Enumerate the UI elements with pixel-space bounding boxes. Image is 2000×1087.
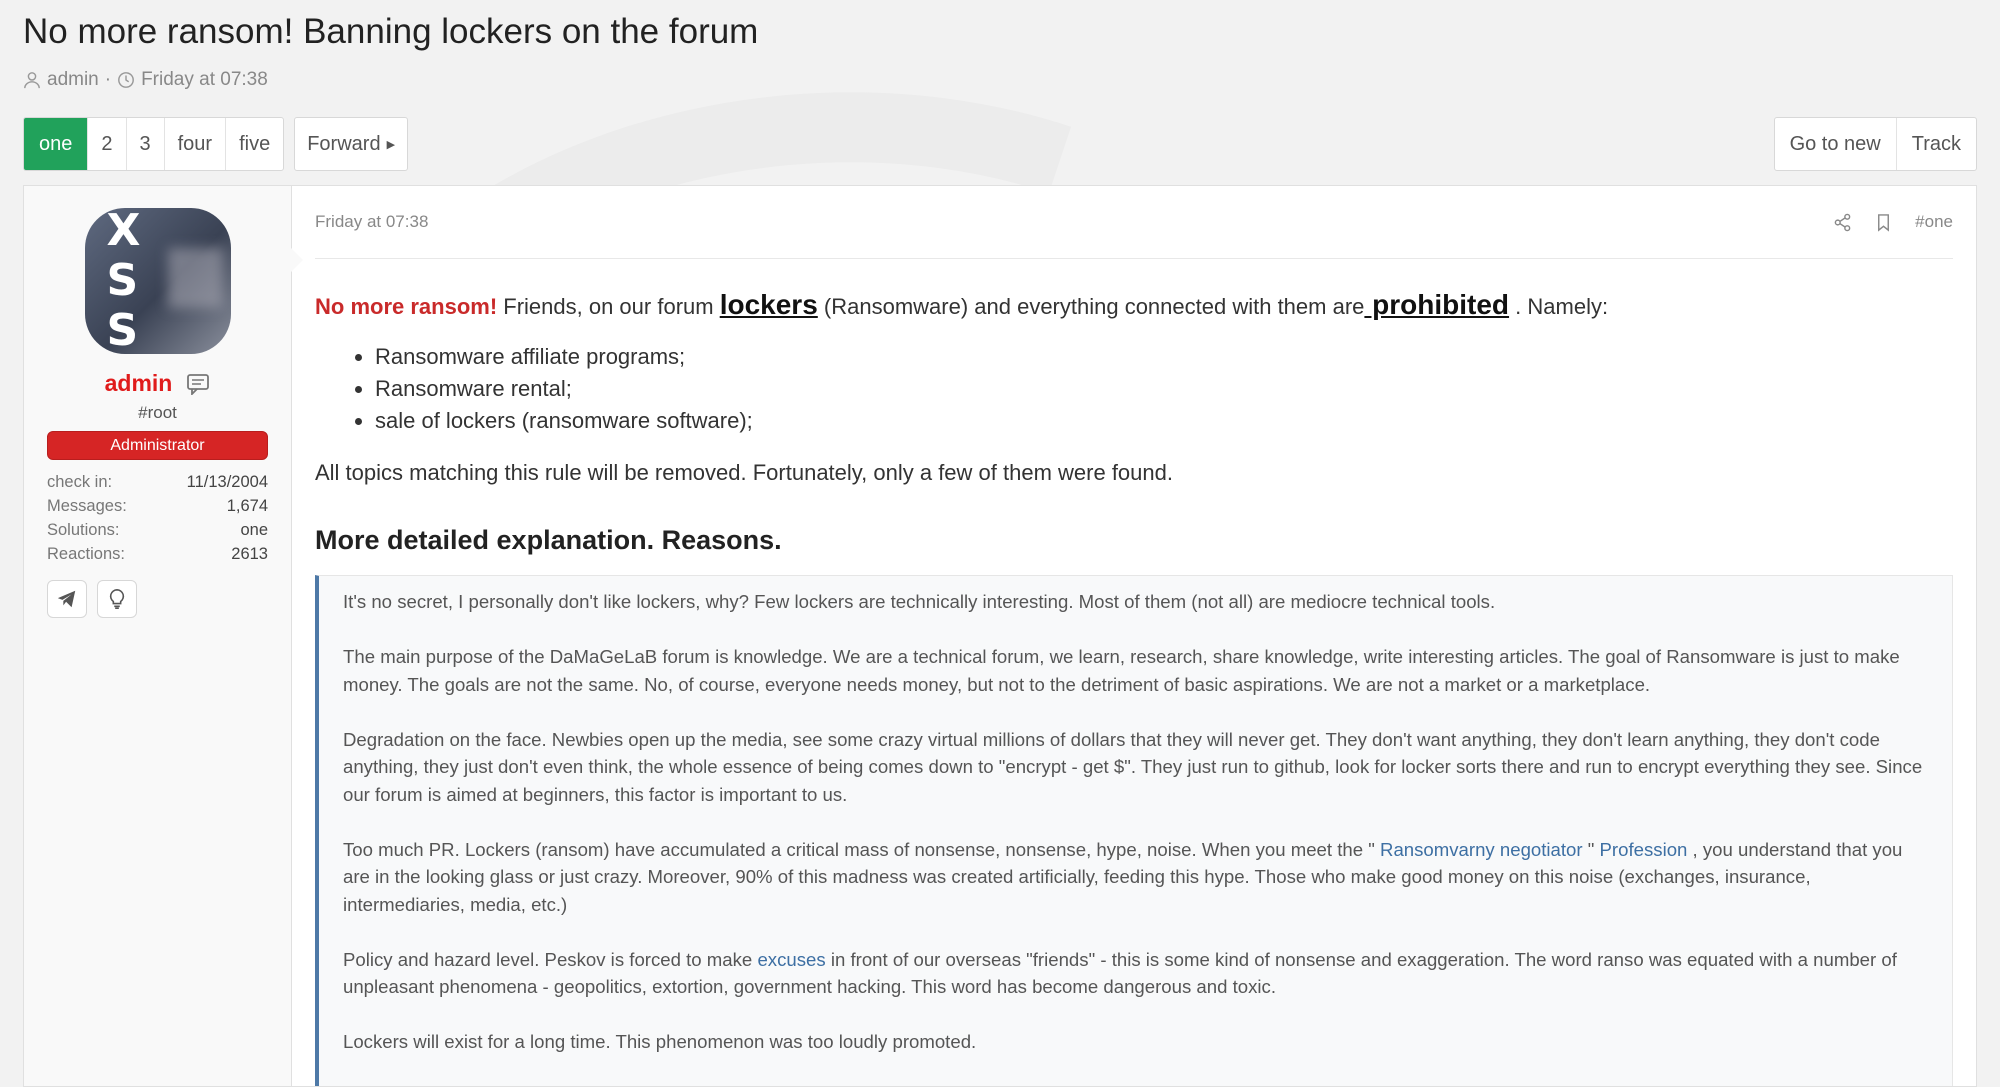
meta-separator: · [104, 69, 112, 90]
stat-solutions: Solutions: one [47, 518, 268, 542]
post-body: No more ransom! Friends, on our forum lo… [315, 289, 1953, 1086]
page-button-1[interactable]: one [24, 118, 89, 170]
telegram-icon [57, 590, 76, 608]
username-row: admin [24, 370, 291, 397]
thread-date[interactable]: Friday at 07:38 [141, 69, 268, 91]
forward-label: Forward [307, 133, 381, 155]
excuses-link[interactable]: excuses [757, 949, 825, 970]
quote-paragraph: Lockers will exist for a long time. This… [343, 1031, 977, 1052]
lead-text-1: Friends, on our forum [497, 294, 720, 319]
caret-right-icon: ▶ [386, 139, 396, 151]
stat-value: 11/13/2004 [186, 473, 268, 491]
tips-button[interactable] [97, 580, 137, 618]
list-item: sale of lockers (ransomware software); [375, 405, 1953, 437]
post: XSS admin #root Administrator check in: 1… [23, 185, 1977, 1087]
post-date[interactable]: Friday at 07:38 [315, 212, 428, 232]
quote-paragraph: The main purpose of the DaMaGeLaB forum … [343, 646, 1900, 695]
clock-icon [118, 72, 134, 88]
user-role-banner: Administrator [47, 431, 268, 460]
stat-reactions: Reactions: 2613 [47, 542, 268, 566]
after-list-text: All topics matching this rule will be re… [315, 460, 1173, 485]
list-item: Ransomware affiliate programs; [375, 341, 1953, 373]
quote-paragraph: It's no secret, I personally don't like … [343, 591, 1496, 612]
stat-checkin: check in: 11/13/2004 [47, 470, 268, 494]
avatar-letters: XSS [106, 208, 141, 354]
pagination: one 2 3 four five Forward ▶ [23, 117, 409, 171]
lead-prohibited: prohibited [1364, 289, 1510, 320]
stat-value[interactable]: 1,674 [227, 494, 268, 518]
stat-label: Reactions: [47, 545, 125, 563]
message-icon[interactable] [186, 373, 210, 395]
stat-messages: Messages: 1,674 [47, 494, 268, 518]
share-icon[interactable] [1833, 213, 1852, 232]
page-buttons: one 2 3 four five [23, 117, 285, 171]
quote-block: It's no secret, I personally don't like … [315, 575, 1953, 1086]
post-lead: No more ransom! Friends, on our forum lo… [315, 289, 1953, 323]
track-button[interactable]: Track [1897, 118, 1976, 170]
page-button-3[interactable]: 3 [127, 118, 165, 170]
post-header: Friday at 07:38 #one [315, 186, 1953, 259]
bookmark-icon[interactable] [1874, 213, 1893, 232]
quote-paragraph: Policy and hazard level. Peskov is force… [343, 946, 1924, 1001]
thread-author[interactable]: admin [47, 69, 99, 91]
profession-link[interactable]: Profession [1600, 839, 1688, 860]
user-stats: check in: 11/13/2004 Messages: 1,674 Solut… [47, 470, 268, 566]
quote-text: Too much PR. Lockers (ransom) have accum… [343, 838, 1381, 860]
prohibited-list: Ransomware affiliate programs; Ransomwar… [315, 341, 1953, 437]
post-tools: #one [1833, 212, 1953, 232]
stat-label: Solutions: [47, 521, 120, 539]
user-info-panel: XSS admin #root Administrator check in: 1… [24, 186, 303, 1086]
lead-highlight: No more ransom! [315, 294, 498, 319]
avatar[interactable]: XSS [84, 208, 231, 354]
stat-value: one [240, 521, 268, 539]
quote-text: " [1582, 838, 1600, 860]
lead-text-2: (Ransomware) and everything connected wi… [817, 294, 1365, 319]
telegram-button[interactable] [47, 580, 87, 618]
section-heading: More detailed explanation. Reasons. [315, 525, 782, 555]
post-number[interactable]: #one [1915, 212, 1953, 232]
go-to-new-button[interactable]: Go to new [1775, 118, 1897, 170]
contact-buttons [47, 580, 268, 618]
stat-label: check in: [47, 473, 113, 491]
user-icon [24, 72, 40, 89]
post-content: Friday at 07:38 #one No more ransom! Fri… [292, 186, 1976, 1086]
list-item: Ransomware rental; [375, 373, 1953, 405]
quote-text: Policy and hazard level. Peskov is force… [343, 948, 758, 970]
page-nav-bar: one 2 3 four five Forward ▶ Go to new Tra… [23, 117, 1977, 171]
username[interactable]: admin [105, 370, 173, 397]
negotiator-link[interactable]: Ransomvarny negotiator [1380, 839, 1583, 860]
avatar-blur [167, 248, 223, 308]
page-button-5[interactable]: five [226, 118, 283, 170]
forward-button[interactable]: Forward ▶ [294, 117, 409, 171]
page-button-4[interactable]: four [165, 118, 227, 170]
lead-lockers: lockers [719, 289, 818, 320]
user-title: #root [138, 403, 177, 422]
lead-text-3: . Namely: [1509, 294, 1609, 319]
lightbulb-icon [109, 589, 125, 609]
page-button-2[interactable]: 2 [88, 118, 127, 170]
thread-actions: Go to new Track [1773, 117, 1977, 171]
thread-meta: admin · Friday at 07:38 [23, 66, 1977, 94]
stat-value: 2613 [231, 545, 268, 563]
quote-paragraph: Too much PR. Lockers (ransom) have accum… [343, 836, 1924, 919]
stat-label: Messages: [47, 497, 127, 515]
thread-title: No more ransom! Banning lockers on the f… [23, 12, 759, 51]
quote-paragraph: Degradation on the face. Newbies open up… [343, 728, 1923, 805]
